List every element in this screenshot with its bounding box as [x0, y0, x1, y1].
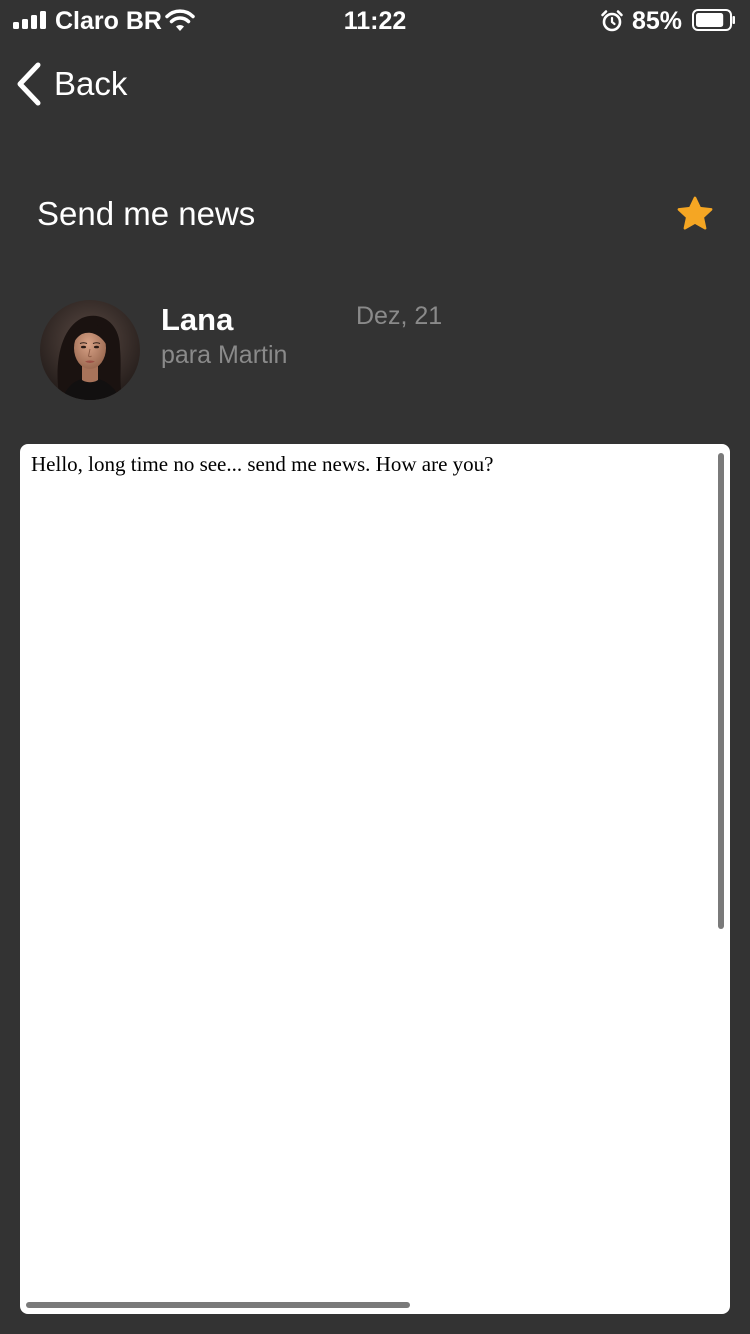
back-label: Back	[54, 65, 128, 102]
status-bar: Claro BR 11:22 85%	[0, 0, 750, 40]
recipient-label: para Martin	[161, 341, 288, 369]
message-text: Hello, long time no see... send me news.…	[31, 452, 494, 476]
chevron-left-icon	[17, 62, 41, 106]
avatar	[40, 300, 140, 400]
email-date: Dez, 21	[356, 302, 443, 330]
back-button[interactable]: Back	[14, 60, 127, 108]
battery-icon	[692, 9, 735, 31]
avatar-image	[40, 300, 140, 400]
vertical-scrollbar[interactable]	[718, 453, 724, 929]
sender-name: Lana	[161, 302, 234, 337]
battery-percent: 85%	[632, 7, 683, 35]
star-icon[interactable]	[676, 195, 714, 233]
message-body-area[interactable]: Hello, long time no see... send me news.…	[20, 444, 730, 1314]
email-subject: Send me news	[37, 195, 256, 232]
horizontal-scrollbar[interactable]	[26, 1302, 410, 1308]
alarm-icon	[601, 10, 623, 32]
